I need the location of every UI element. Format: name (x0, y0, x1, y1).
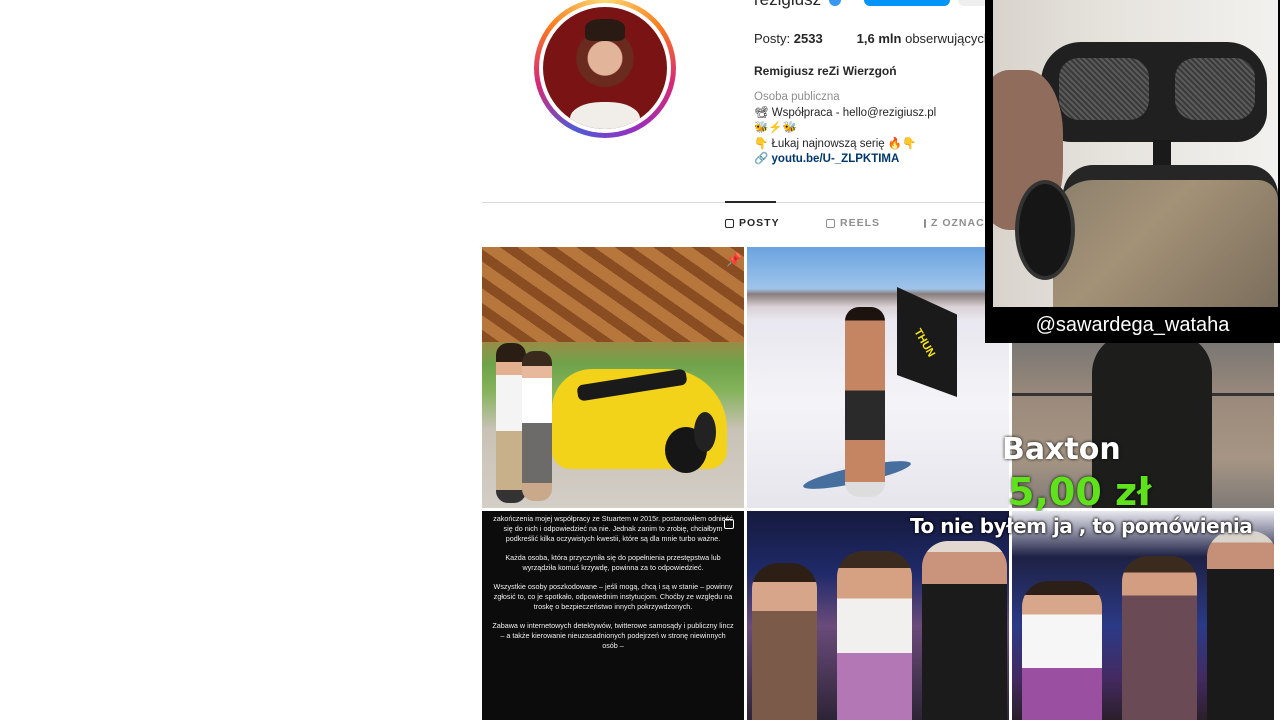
wooden-roof (482, 247, 744, 342)
baxton-price: 5,00 zł (1008, 470, 1152, 514)
chair-mesh (1175, 58, 1255, 120)
avatar (543, 7, 667, 129)
bio-link-row[interactable]: 🔗 youtu.be/U-_ZLPKTIMA (754, 152, 936, 168)
bio-line-3: 👇 Łukaj najnowszą serię 🔥👇 (754, 137, 917, 150)
username-row: rezigiusz (754, 0, 842, 10)
active-tab-indicator (725, 201, 776, 203)
tab-reels[interactable]: REELS (826, 217, 880, 229)
person (522, 351, 552, 501)
message-button[interactable] (958, 0, 988, 6)
username: rezigiusz (754, 0, 821, 10)
post-thumbnail-tv-studio[interactable] (747, 511, 1009, 720)
tab-posts-label: POSTY (739, 217, 780, 229)
person (922, 541, 1007, 720)
tagged-icon (924, 218, 926, 228)
link-icon: 🔗 (754, 153, 769, 165)
carousel-icon (724, 519, 734, 529)
statement-paragraph: Każda osoba, która przyczyniła się do po… (505, 553, 721, 572)
blank-left-area (0, 0, 482, 720)
tab-posts[interactable]: POSTY (725, 217, 780, 229)
profile-avatar-story-ring[interactable] (534, 0, 676, 138)
pin-icon: 📌 (726, 252, 743, 267)
follow-button[interactable] (864, 0, 950, 6)
followers-label: obserwujących (905, 31, 992, 46)
bio-category: Osoba publiczna (754, 91, 840, 103)
person (1207, 531, 1274, 720)
posts-count: Posty: 2533 (754, 31, 823, 46)
baxton-title: Baxton (1002, 432, 1121, 467)
posts-label: Posty: (754, 31, 791, 46)
full-name: Remigiusz reZi Wierzgoń (754, 64, 897, 78)
person (1022, 581, 1102, 720)
bio-link[interactable]: youtu.be/U-_ZLPKTIMA (772, 153, 900, 165)
person (752, 563, 817, 720)
reels-icon (826, 218, 835, 228)
profile-stats: Posty: 2533 1,6 mln obserwujących (754, 31, 991, 46)
avatar-frame (539, 3, 671, 133)
chair-mesh (1059, 58, 1149, 120)
posts-value: 2533 (793, 31, 823, 46)
webcam-feed (993, 0, 1278, 307)
bio-line-2: 🐝⚡🐝 (754, 122, 797, 134)
bio: Osoba publiczna 📽 Współpraca - hello@rez… (754, 90, 936, 168)
profile-tabs: POSTY REELS Z OZNACZENIEM (482, 217, 985, 233)
statement-paragraph: Wszystkie osoby poszkodowane – jeśli mog… (493, 582, 733, 611)
followers-count[interactable]: 1,6 mln obserwujących (857, 31, 991, 46)
followers-value: 1,6 mln (856, 31, 902, 46)
headphones (1015, 180, 1075, 280)
tab-tagged[interactable]: Z OZNACZENIEM (924, 217, 985, 229)
streamer-body (1053, 180, 1278, 307)
webcam-overlay (985, 0, 1280, 343)
bio-line-1: 📽 Współpraca - hello@rezigiusz.pl (754, 106, 937, 119)
verified-badge-icon (829, 0, 842, 6)
video-caption-overlay: To nie byłem ja , to pomówienia (910, 514, 1253, 538)
person (845, 307, 885, 497)
person (837, 551, 912, 720)
post-thumbnail-salt-flats[interactable]: THUN (747, 247, 1009, 508)
person (1122, 556, 1197, 720)
car-wheel (694, 412, 716, 452)
tab-reels-label: REELS (840, 217, 881, 229)
tab-tagged-label: Z OZNACZENIEM (931, 217, 985, 229)
webcam-handle: @sawardega_wataha (1035, 314, 1230, 336)
grid-icon (725, 218, 734, 228)
statement-paragraph: zakończenia mojej współpracy ze Stuartem… (493, 514, 733, 543)
post-thumbnail-stage[interactable] (1012, 511, 1274, 720)
statement-paragraph: Zabawa w internetowych detektywów, twitt… (492, 621, 734, 650)
post-thumbnail-mustang[interactable]: 📌 (482, 247, 744, 508)
post-thumbnail-statement[interactable]: zakończenia mojej współpracy ze Stuartem… (482, 511, 744, 720)
